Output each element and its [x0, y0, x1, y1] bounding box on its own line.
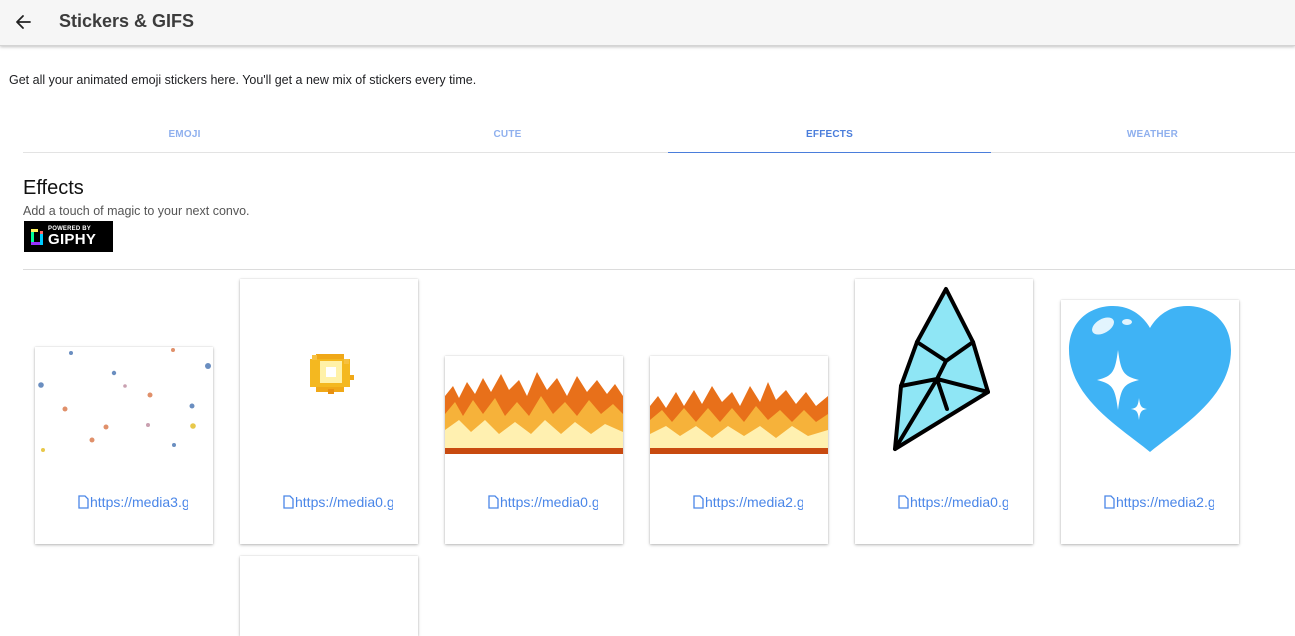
sticker-link[interactable]: https://media2.giphy.com — [1104, 494, 1214, 510]
sticker-link-text: https://media0.giphy.com — [295, 494, 393, 510]
tab-weather[interactable]: WEATHER — [991, 116, 1295, 153]
fire-strip-sticker-icon — [650, 382, 828, 454]
sticker-card[interactable]: https://media0.giphy.com — [240, 279, 418, 544]
sticker-link-text: https://media0.giphy.com — [910, 494, 1008, 510]
arrow-back-icon — [16, 15, 31, 29]
crystal-sticker-icon — [893, 287, 990, 451]
sticker-link-text: https://media3.giphy.com — [90, 494, 188, 510]
sticker-link[interactable]: https://media0.giphy.com — [898, 494, 1008, 510]
back-button[interactable] — [10, 9, 36, 35]
sticker-card[interactable]: https://media0.giphy.com — [855, 279, 1033, 544]
section-subtitle: Add a touch of magic to your next convo. — [23, 204, 250, 218]
section-divider — [23, 269, 1295, 270]
tab-cute[interactable]: CUTE — [346, 116, 669, 153]
giphy-mark-icon — [31, 228, 43, 245]
powered-by-giphy-logo: POWERED BY GIPHY — [24, 221, 113, 252]
file-icon — [78, 495, 89, 509]
section-title: Effects — [23, 177, 84, 199]
sticker-link[interactable]: https://media0.giphy.com — [283, 494, 393, 510]
sticker-link-text: https://media2.giphy.com — [1116, 494, 1214, 510]
giphy-wordmark: GIPHY — [48, 231, 97, 248]
file-icon — [283, 495, 294, 509]
sticker-link[interactable]: https://media3.giphy.com — [78, 494, 188, 510]
sticker-card[interactable]: https://media2.giphy.com — [1061, 300, 1239, 544]
file-icon — [898, 495, 909, 509]
file-icon — [1104, 495, 1115, 509]
tab-effects[interactable]: EFFECTS — [668, 116, 991, 153]
sparkle-heart-sticker-icon — [1069, 306, 1231, 452]
sticker-link[interactable]: https://media0.giphy.com — [488, 494, 598, 510]
category-tabs: EMOJI CUTE EFFECTS WEATHER — [23, 116, 1295, 153]
sticker-card[interactable]: https://media0.giphy.com — [445, 356, 623, 544]
sticker-card[interactable]: https://media3.giphy.com — [35, 347, 213, 544]
file-icon — [488, 495, 499, 509]
sparkle-flowers-sticker-icon — [38, 348, 211, 452]
pixel-explosion-sticker-icon — [310, 354, 354, 394]
sticker-card[interactable]: https://media2.giphy.com — [650, 356, 828, 544]
sticker-link[interactable]: https://media2.giphy.com — [693, 494, 803, 510]
tab-emoji[interactable]: EMOJI — [23, 116, 346, 153]
intro-text: Get all your animated emoji stickers her… — [9, 73, 477, 87]
fire-strip-sticker-icon — [445, 372, 623, 454]
sticker-link-text: https://media0.giphy.com — [500, 494, 598, 510]
file-icon — [693, 495, 704, 509]
sticker-link-text: https://media2.giphy.com — [705, 494, 803, 510]
sticker-card[interactable] — [240, 556, 418, 636]
page-title: Stickers & GIFS — [59, 11, 195, 31]
app-bar: Stickers & GIFS — [0, 0, 1295, 46]
